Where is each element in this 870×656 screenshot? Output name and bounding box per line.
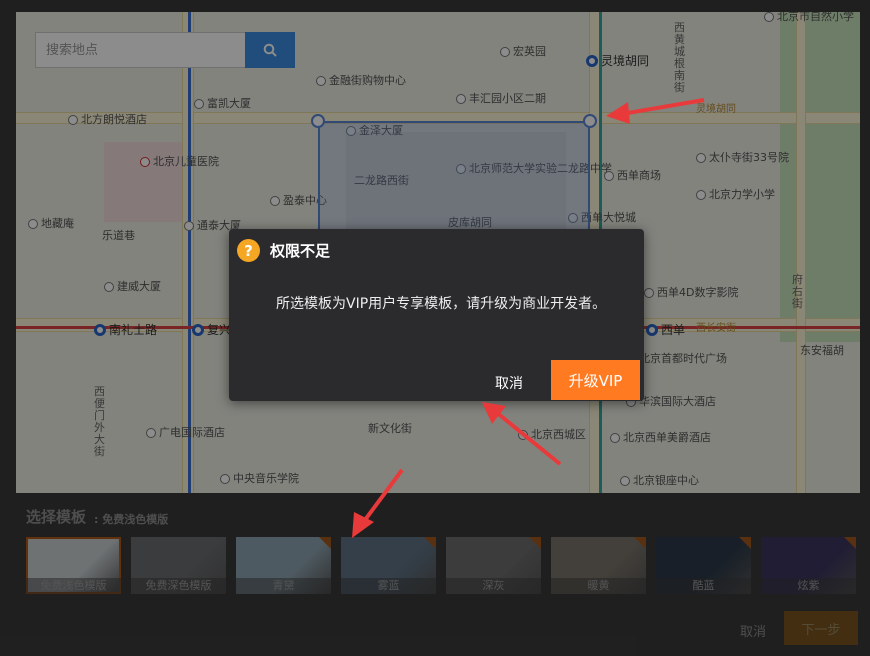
permission-dialog: ? 权限不足 所选模板为VIP用户专享模板，请升级为商业开发者。 取消 升级VI… bbox=[229, 229, 644, 401]
annotation-arrow bbox=[352, 468, 404, 538]
dialog-message: 所选模板为VIP用户专享模板，请升级为商业开发者。 bbox=[276, 296, 607, 312]
dialog-cancel-button[interactable]: 取消 bbox=[495, 373, 523, 393]
annotation-arrow bbox=[482, 402, 562, 466]
dialog-header: ? 权限不足 bbox=[237, 239, 330, 262]
annotation-arrow bbox=[606, 98, 705, 124]
dialog-title: 权限不足 bbox=[270, 242, 331, 260]
map-template-selector: 灵境胡同 南礼士路 复兴门 西单 宏英园 金融街购物中心 丰汇园小区二期 富凯大… bbox=[0, 0, 870, 656]
upgrade-vip-button[interactable]: 升级VIP bbox=[551, 360, 640, 400]
question-icon: ? bbox=[237, 239, 260, 262]
